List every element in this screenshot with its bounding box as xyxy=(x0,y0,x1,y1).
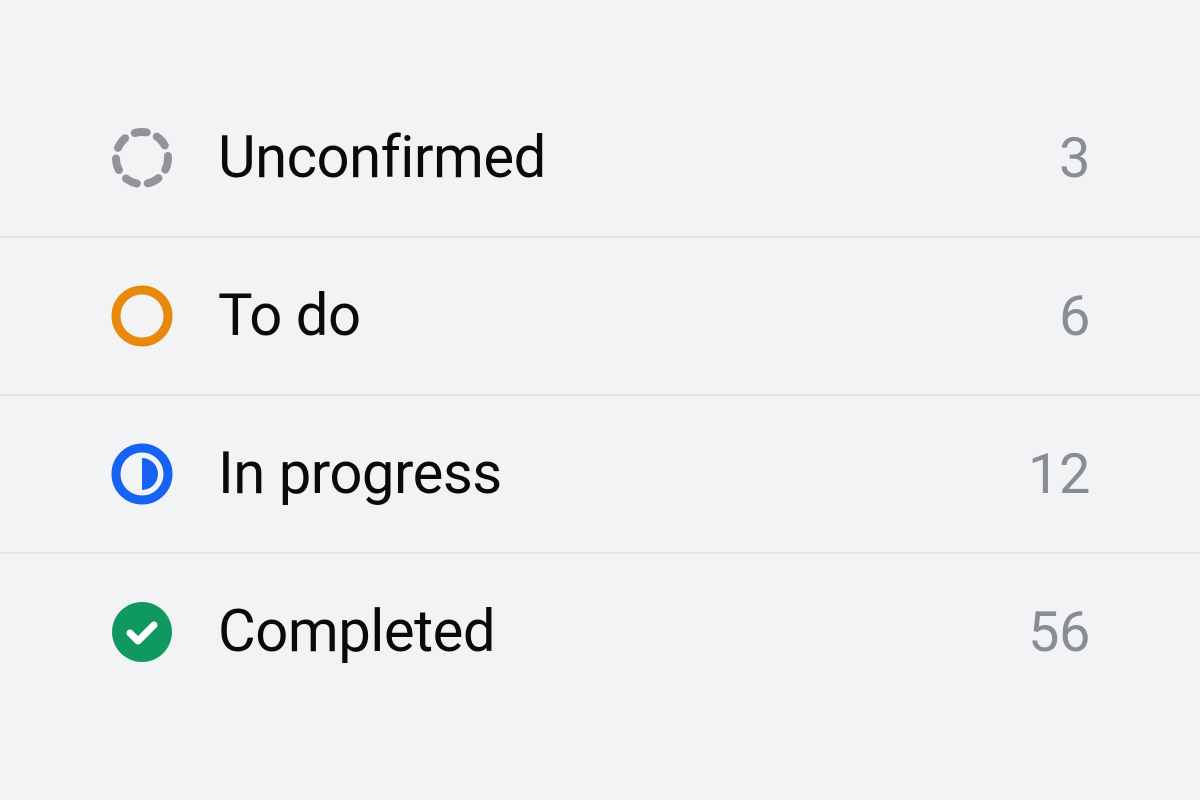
status-count-unconfirmed: 3 xyxy=(1059,125,1090,191)
status-label-completed: Completed xyxy=(218,598,1028,666)
status-count-in-progress: 12 xyxy=(1028,441,1090,507)
status-list: Unconfirmed 3 To do 6 In progress 12 C xyxy=(0,0,1200,710)
status-count-completed: 56 xyxy=(1028,599,1090,665)
status-label-in-progress: In progress xyxy=(218,440,1028,508)
dashed-circle-icon xyxy=(110,126,174,190)
status-label-unconfirmed: Unconfirmed xyxy=(218,124,1059,192)
check-filled-icon xyxy=(110,600,174,664)
status-row-unconfirmed[interactable]: Unconfirmed 3 xyxy=(0,80,1200,236)
status-row-in-progress[interactable]: In progress 12 xyxy=(0,394,1200,552)
status-label-todo: To do xyxy=(218,282,1059,350)
half-circle-icon xyxy=(110,442,174,506)
status-count-todo: 6 xyxy=(1059,283,1090,349)
ring-icon xyxy=(110,284,174,348)
status-row-completed[interactable]: Completed 56 xyxy=(0,552,1200,710)
status-row-todo[interactable]: To do 6 xyxy=(0,236,1200,394)
